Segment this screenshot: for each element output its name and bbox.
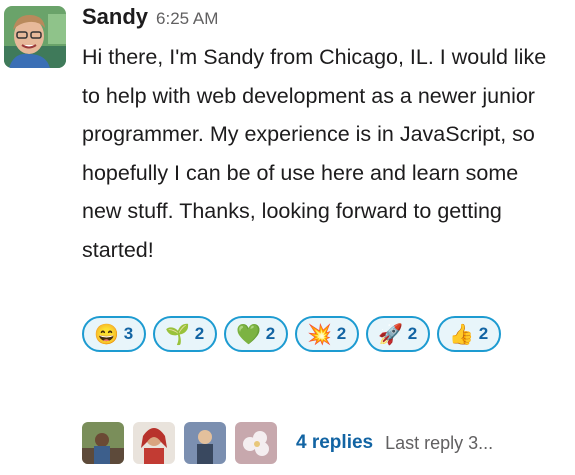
grinning-face-icon: 😄 (94, 323, 120, 346)
reply-avatar[interactable] (82, 422, 124, 464)
reaction-count: 2 (265, 324, 276, 343)
author-name[interactable]: Sandy (82, 4, 148, 30)
reaction-count: 3 (123, 324, 134, 343)
reaction-collision[interactable]: 💥 2 (295, 316, 359, 352)
message-text: Hi there, I'm Sandy from Chicago, IL. I … (82, 45, 547, 262)
thread-summary[interactable]: 4 replies Last reply 3... (82, 420, 493, 466)
collision-icon: 💥 (307, 323, 333, 346)
reaction-count: 2 (336, 324, 347, 343)
seedling-icon: 🌱 (165, 323, 191, 346)
message: Sandy 6:25 AM Hi there, I'm Sandy from C… (0, 0, 575, 475)
message-timestamp[interactable]: 6:25 AM (156, 9, 218, 29)
reply-avatar[interactable] (133, 422, 175, 464)
green-heart-icon: 💚 (236, 323, 262, 346)
reaction-green-heart[interactable]: 💚 2 (224, 316, 288, 352)
last-reply-text: Last reply 3... (385, 432, 494, 453)
reaction-grinning-face[interactable]: 😄 3 (82, 316, 146, 352)
reply-avatar[interactable] (235, 422, 277, 464)
message-content: Sandy 6:25 AM Hi there, I'm Sandy from C… (82, 4, 562, 269)
reaction-seedling[interactable]: 🌱 2 (153, 316, 217, 352)
reaction-thumbs-up[interactable]: 👍 2 (437, 316, 501, 352)
rocket-icon: 🚀 (378, 323, 404, 346)
reaction-count: 2 (407, 324, 418, 343)
author-avatar[interactable] (4, 6, 66, 68)
reaction-count: 2 (478, 324, 489, 343)
message-header: Sandy 6:25 AM (82, 4, 562, 36)
reactions-bar: 😄 3 🌱 2 💚 2 💥 2 🚀 2 👍 2 (82, 316, 501, 352)
reaction-rocket[interactable]: 🚀 2 (366, 316, 430, 352)
replies-link[interactable]: 4 replies (296, 432, 373, 454)
reply-avatar[interactable] (184, 422, 226, 464)
thumbs-up-icon: 👍 (449, 323, 475, 346)
reaction-count: 2 (194, 324, 205, 343)
